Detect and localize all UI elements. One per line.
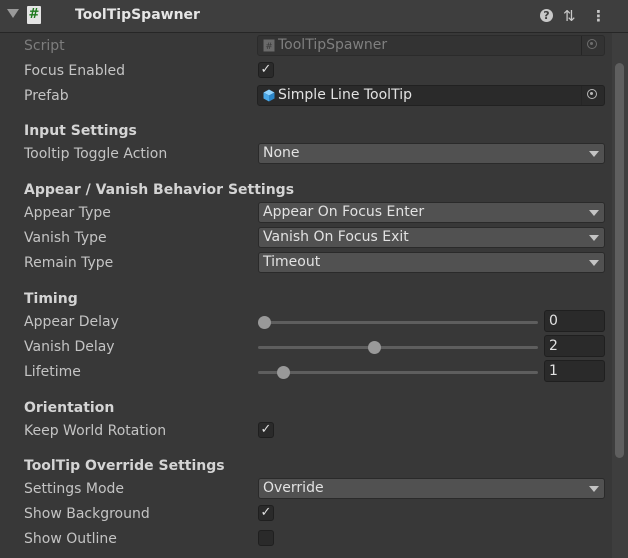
vanish-delay-input[interactable]: 2 [544, 335, 605, 357]
show-background-label: Show Background [24, 506, 150, 522]
vanish-type-row: Vanish Type Vanish On Focus Exit [0, 226, 612, 251]
lifetime-slider-thumb[interactable] [277, 366, 291, 379]
tooltip-toggle-action-dropdown[interactable]: None [258, 143, 605, 164]
focus-enabled-checkbox[interactable]: ✓ [258, 62, 274, 78]
lifetime-row: Lifetime 1 [0, 360, 612, 385]
component-title: ToolTipSpawner [75, 7, 200, 23]
appear-delay-row: Appear Delay 0 [0, 310, 612, 335]
appear-delay-label: Appear Delay [24, 314, 119, 330]
prefab-cube-icon [263, 89, 275, 102]
number-value: 2 [549, 338, 558, 354]
orientation-header: Orientation [24, 400, 115, 416]
remain-type-label: Remain Type [24, 255, 114, 271]
inspector-content: Script # ToolTipSpawner Focus Enabled ✓ … [0, 33, 612, 558]
tooltip-override-header: ToolTip Override Settings [24, 458, 225, 474]
vanish-delay-row: Vanish Delay 2 [0, 335, 612, 360]
vanish-type-dropdown[interactable]: Vanish On Focus Exit [258, 227, 605, 248]
prefab-value: Simple Line ToolTip [278, 87, 412, 103]
keep-world-rotation-checkbox[interactable]: ✓ [258, 422, 274, 438]
vanish-delay-label: Vanish Delay [24, 339, 115, 355]
number-value: 1 [549, 363, 558, 379]
help-icon[interactable]: ? [540, 9, 553, 22]
script-value: ToolTipSpawner [278, 37, 388, 53]
vanish-delay-slider-thumb[interactable] [367, 341, 381, 354]
object-picker-icon [587, 89, 597, 99]
script-row: Script # ToolTipSpawner [0, 34, 612, 59]
chevron-down-icon [589, 235, 599, 241]
dropdown-value: Override [263, 480, 324, 496]
settings-mode-label: Settings Mode [24, 481, 125, 497]
appear-vanish-header: Appear / Vanish Behavior Settings [24, 182, 295, 198]
context-menu-icon[interactable]: ⋮ [591, 8, 606, 24]
settings-mode-dropdown[interactable]: Override [258, 478, 605, 499]
prefab-picker[interactable] [581, 86, 604, 105]
presets-icon[interactable]: ⇅ [563, 8, 576, 24]
component-header[interactable]: # ToolTipSpawner ? ⇅ ⋮ [0, 0, 628, 33]
appear-type-label: Appear Type [24, 205, 111, 221]
scrollbar-thumb[interactable] [615, 63, 624, 458]
show-outline-checkbox[interactable] [258, 530, 274, 546]
dropdown-value: Timeout [263, 254, 321, 270]
lifetime-slider[interactable] [258, 371, 538, 374]
svg-text:#: # [265, 42, 273, 52]
appear-delay-input[interactable]: 0 [544, 310, 605, 332]
appear-delay-slider-thumb[interactable] [258, 316, 271, 329]
keep-world-rotation-row: Keep World Rotation ✓ [0, 419, 612, 444]
remain-type-row: Remain Type Timeout [0, 251, 612, 276]
focus-enabled-row: Focus Enabled ✓ [0, 59, 612, 84]
appear-type-row: Appear Type Appear On Focus Enter [0, 201, 612, 226]
dropdown-value: None [263, 145, 300, 161]
timing-header: Timing [24, 291, 78, 307]
tooltip-toggle-action-row: Tooltip Toggle Action None [0, 142, 612, 167]
chevron-down-icon [589, 486, 599, 492]
script-file-icon: # [263, 39, 275, 52]
tooltip-toggle-action-label: Tooltip Toggle Action [24, 146, 168, 162]
script-icon: # [27, 6, 41, 24]
keep-world-rotation-label: Keep World Rotation [24, 423, 167, 439]
vanish-delay-slider[interactable] [258, 346, 538, 349]
show-outline-row: Show Outline [0, 527, 612, 552]
chevron-down-icon [589, 260, 599, 266]
dropdown-value: Appear On Focus Enter [263, 204, 425, 220]
lifetime-label: Lifetime [24, 364, 81, 380]
object-picker-icon [587, 39, 597, 49]
show-background-checkbox[interactable]: ✓ [258, 505, 274, 521]
script-label: Script [24, 38, 65, 54]
settings-mode-row: Settings Mode Override [0, 477, 612, 502]
prefab-row: Prefab Simple Line ToolTip [0, 84, 612, 109]
script-picker [581, 36, 604, 55]
show-outline-label: Show Outline [24, 531, 117, 547]
remain-type-dropdown[interactable]: Timeout [258, 252, 605, 273]
input-settings-header: Input Settings [24, 123, 137, 139]
script-field: # ToolTipSpawner [257, 35, 605, 56]
number-value: 0 [549, 313, 558, 329]
chevron-down-icon [589, 151, 599, 157]
prefab-label: Prefab [24, 88, 69, 104]
vanish-type-label: Vanish Type [24, 230, 107, 246]
lifetime-input[interactable]: 1 [544, 360, 605, 382]
focus-enabled-label: Focus Enabled [24, 63, 126, 79]
prefab-field[interactable]: Simple Line ToolTip [257, 85, 605, 106]
vertical-scrollbar[interactable] [612, 33, 628, 558]
dropdown-value: Vanish On Focus Exit [263, 229, 409, 245]
appear-type-dropdown[interactable]: Appear On Focus Enter [258, 202, 605, 223]
show-background-row: Show Background ✓ [0, 502, 612, 527]
appear-delay-slider[interactable] [258, 321, 538, 324]
foldout-arrow-icon[interactable] [7, 9, 19, 18]
chevron-down-icon [589, 210, 599, 216]
